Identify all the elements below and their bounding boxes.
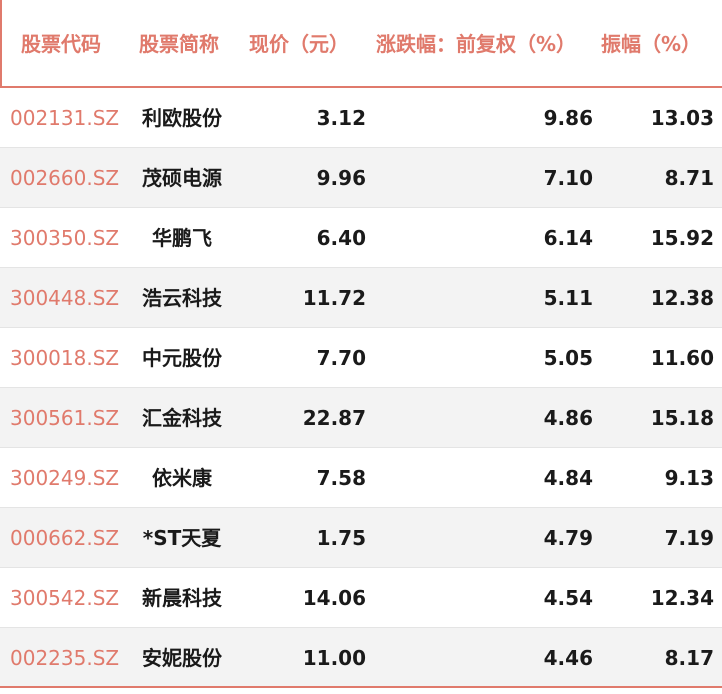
- stock-name: 利欧股份: [142, 106, 222, 130]
- table-row[interactable]: 300350.SZ 华鹏飞 6.40 6.14 15.92: [0, 208, 722, 268]
- stock-amplitude: 8.17: [664, 646, 714, 670]
- stock-amplitude: 12.38: [650, 286, 714, 310]
- table-row[interactable]: 300542.SZ 新晨科技 14.06 4.54 12.34: [0, 568, 722, 628]
- stock-code[interactable]: 300448.SZ: [10, 268, 119, 328]
- stock-change: 6.14: [543, 226, 593, 250]
- stock-name: 安妮股份: [142, 646, 222, 670]
- stock-amplitude: 11.60: [650, 346, 714, 370]
- stock-price: 11.72: [302, 286, 366, 310]
- table-header: 股票代码 股票简称 现价（元） 涨跌幅：前复权（%） 振幅（%）: [0, 0, 722, 88]
- table-row[interactable]: 300018.SZ 中元股份 7.70 5.05 11.60: [0, 328, 722, 388]
- stock-code[interactable]: 300350.SZ: [10, 208, 119, 268]
- stock-name: 依米康: [152, 466, 212, 490]
- header-left-border: [0, 0, 2, 86]
- stock-amplitude: 7.19: [664, 526, 714, 550]
- stock-table: 股票代码 股票简称 现价（元） 涨跌幅：前复权（%） 振幅（%） 002131.…: [0, 0, 722, 688]
- table-row[interactable]: 002660.SZ 茂硕电源 9.96 7.10 8.71: [0, 148, 722, 208]
- stock-change: 7.10: [543, 166, 593, 190]
- table-row[interactable]: 300249.SZ 依米康 7.58 4.84 9.13: [0, 448, 722, 508]
- stock-amplitude: 12.34: [650, 586, 714, 610]
- stock-name: 中元股份: [142, 346, 222, 370]
- stock-name: 华鹏飞: [152, 226, 212, 250]
- table-row[interactable]: 000662.SZ *ST天夏 1.75 4.79 7.19: [0, 508, 722, 568]
- stock-change: 4.46: [543, 646, 593, 670]
- stock-price: 9.96: [316, 166, 366, 190]
- stock-change: 4.79: [543, 526, 593, 550]
- header-price[interactable]: 现价（元）: [249, 30, 349, 58]
- stock-name: *ST天夏: [142, 526, 222, 550]
- stock-price: 7.70: [316, 346, 366, 370]
- stock-amplitude: 13.03: [650, 106, 714, 130]
- stock-code[interactable]: 002660.SZ: [10, 148, 119, 208]
- stock-price: 11.00: [302, 646, 366, 670]
- stock-amplitude: 15.92: [650, 226, 714, 250]
- stock-amplitude: 9.13: [664, 466, 714, 490]
- table-row[interactable]: 002235.SZ 安妮股份 11.00 4.46 8.17: [0, 628, 722, 688]
- stock-price: 7.58: [316, 466, 366, 490]
- stock-amplitude: 15.18: [650, 406, 714, 430]
- stock-price: 6.40: [316, 226, 366, 250]
- stock-code[interactable]: 300249.SZ: [10, 448, 119, 508]
- stock-price: 14.06: [302, 586, 366, 610]
- stock-change: 5.11: [543, 286, 593, 310]
- stock-change: 4.54: [543, 586, 593, 610]
- stock-change: 4.84: [543, 466, 593, 490]
- table-row[interactable]: 002131.SZ 利欧股份 3.12 9.86 13.03: [0, 88, 722, 148]
- stock-code[interactable]: 300542.SZ: [10, 568, 119, 628]
- stock-code[interactable]: 002235.SZ: [10, 628, 119, 688]
- stock-name: 新晨科技: [142, 586, 222, 610]
- table-row[interactable]: 300448.SZ 浩云科技 11.72 5.11 12.38: [0, 268, 722, 328]
- header-change[interactable]: 涨跌幅：前复权（%）: [376, 30, 576, 58]
- header-amplitude[interactable]: 振幅（%）: [601, 30, 701, 58]
- table-row[interactable]: 300561.SZ 汇金科技 22.87 4.86 15.18: [0, 388, 722, 448]
- stock-change: 4.86: [543, 406, 593, 430]
- stock-code[interactable]: 000662.SZ: [10, 508, 119, 568]
- stock-price: 22.87: [302, 406, 366, 430]
- stock-code[interactable]: 002131.SZ: [10, 88, 119, 148]
- stock-price: 3.12: [316, 106, 366, 130]
- stock-price: 1.75: [316, 526, 366, 550]
- header-stock-code[interactable]: 股票代码: [21, 30, 101, 58]
- header-stock-name[interactable]: 股票简称: [139, 30, 219, 58]
- stock-code[interactable]: 300018.SZ: [10, 328, 119, 388]
- stock-change: 9.86: [543, 106, 593, 130]
- stock-name: 浩云科技: [142, 286, 222, 310]
- stock-name: 汇金科技: [142, 406, 222, 430]
- stock-code[interactable]: 300561.SZ: [10, 388, 119, 448]
- stock-amplitude: 8.71: [664, 166, 714, 190]
- stock-name: 茂硕电源: [142, 166, 222, 190]
- stock-change: 5.05: [543, 346, 593, 370]
